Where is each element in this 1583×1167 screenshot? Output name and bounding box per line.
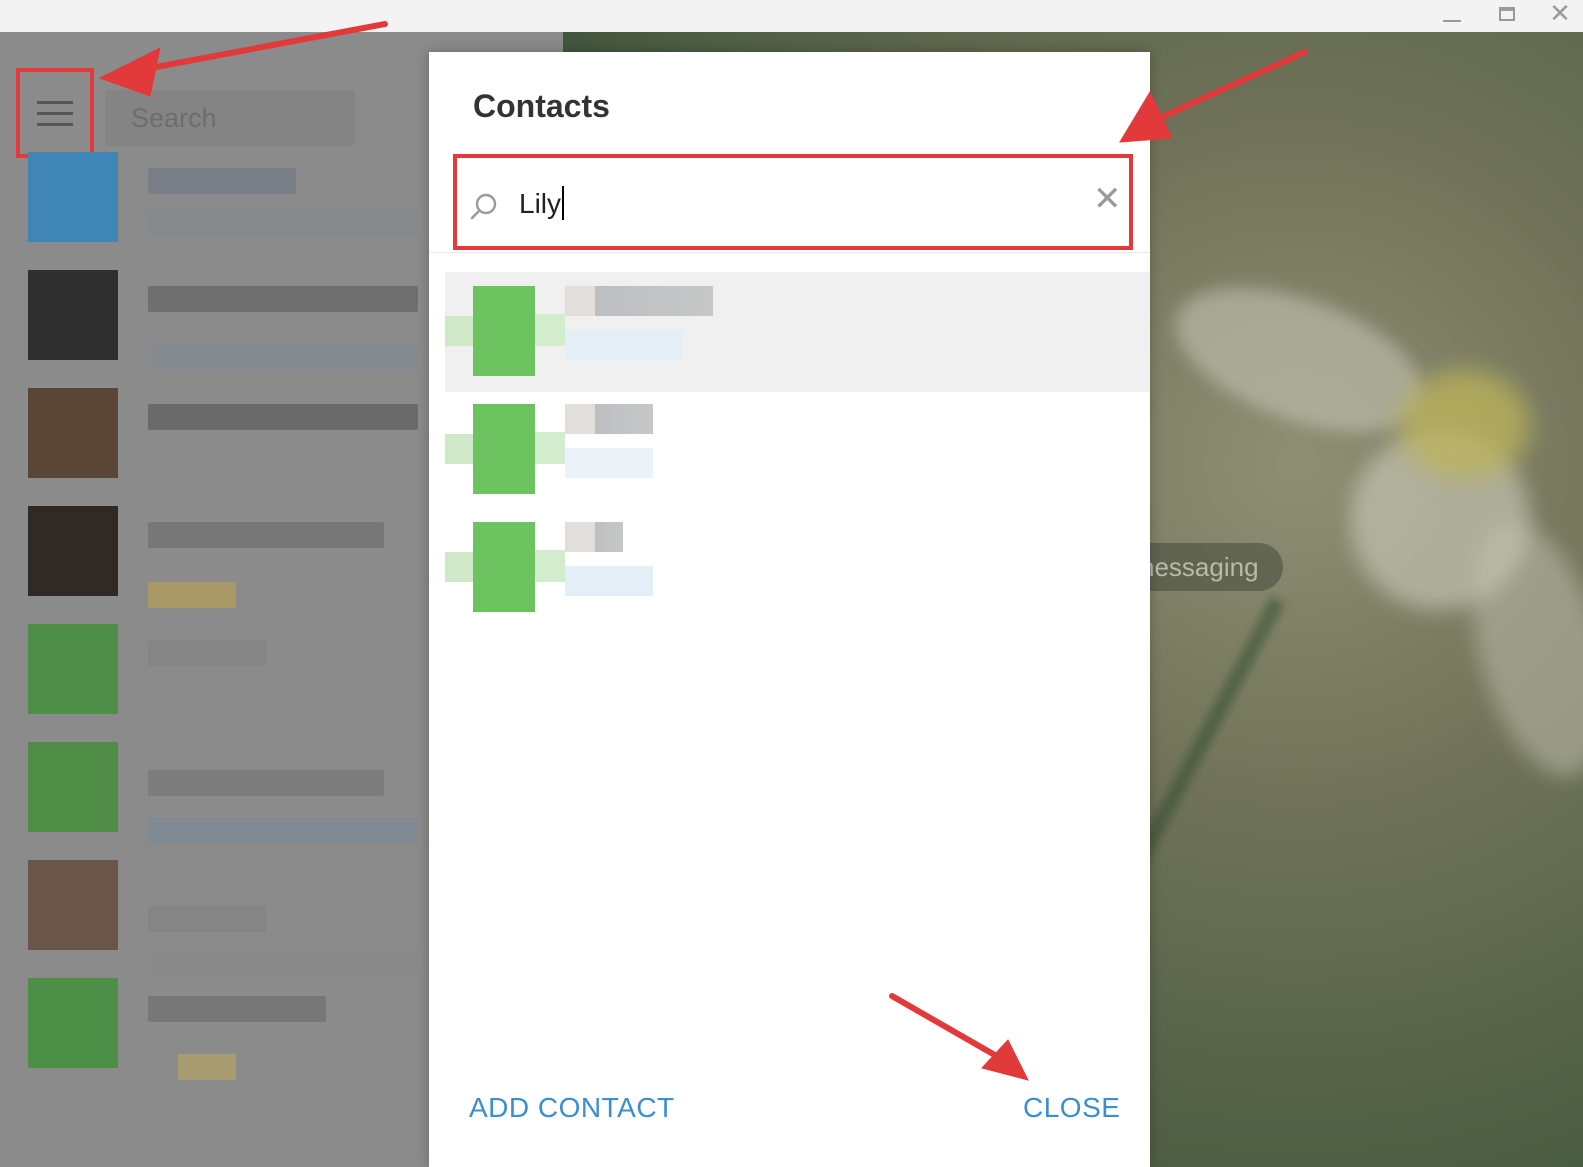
text-caret [562, 186, 565, 220]
add-contact-button[interactable]: ADD CONTACT [469, 1092, 675, 1124]
chat-preview-blurred [148, 818, 418, 844]
contact-name-blurred [565, 286, 713, 316]
chat-preview-blurred [148, 346, 418, 372]
contact-status-blurred [565, 330, 683, 360]
chat-title-blurred [148, 640, 266, 666]
wallpaper-flower-center [1400, 370, 1530, 480]
contact-status-blurred [565, 566, 653, 596]
avatar [28, 506, 118, 596]
contact-name-blurred [565, 522, 623, 552]
avatar [445, 286, 565, 376]
chat-preview-blurred [178, 1054, 236, 1080]
avatar [445, 404, 565, 494]
contacts-search-input[interactable]: Lily ✕ [453, 154, 1133, 250]
chat-title-blurred [148, 522, 384, 548]
search-input-value[interactable]: Lily [519, 186, 565, 220]
chat-title-blurred [148, 996, 326, 1022]
chat-title-blurred [148, 906, 266, 932]
chat-preview-blurred [148, 582, 236, 608]
avatar [445, 522, 565, 612]
chat-list-item[interactable] [0, 376, 440, 494]
avatar [28, 270, 118, 360]
contact-list-item[interactable] [445, 272, 1150, 392]
contacts-dialog: Contacts Lily ✕ ADD CONTACT CLOSE [429, 52, 1150, 1167]
search-icon [470, 193, 497, 220]
chat-list-item[interactable] [0, 612, 440, 730]
dialog-title: Contacts [473, 88, 610, 124]
avatar [28, 152, 118, 242]
chat-list-item[interactable] [0, 966, 440, 1084]
chat-title-blurred [148, 770, 384, 796]
avatar [28, 742, 118, 832]
chat-title-blurred [148, 168, 296, 194]
chat-title-blurred [148, 404, 418, 430]
avatar [28, 624, 118, 714]
sidebar-search-input[interactable]: Search [105, 90, 355, 146]
close-button[interactable]: CLOSE [1023, 1092, 1120, 1124]
contact-status-blurred [565, 448, 653, 478]
avatar [28, 978, 118, 1068]
contact-list-item[interactable] [445, 390, 1150, 510]
contact-name-blurred [565, 404, 653, 434]
chat-list-item[interactable] [0, 494, 440, 612]
maximize-icon[interactable] [1485, 0, 1529, 28]
contact-list-item[interactable] [445, 508, 1150, 628]
clear-search-icon[interactable]: ✕ [1093, 182, 1123, 216]
chat-list-item[interactable] [0, 848, 440, 974]
chat-preview-blurred [148, 210, 418, 236]
avatar [28, 388, 118, 478]
window-titlebar: ✕ [0, 0, 1583, 32]
minimize-icon[interactable] [1430, 0, 1474, 28]
chat-list-item[interactable] [0, 258, 440, 376]
chat-list-item[interactable] [0, 730, 440, 848]
chat-title-blurred [148, 286, 418, 312]
divider [429, 252, 1150, 253]
avatar [28, 860, 118, 950]
chat-list-item[interactable] [0, 140, 440, 258]
close-icon[interactable]: ✕ [1538, 0, 1582, 28]
